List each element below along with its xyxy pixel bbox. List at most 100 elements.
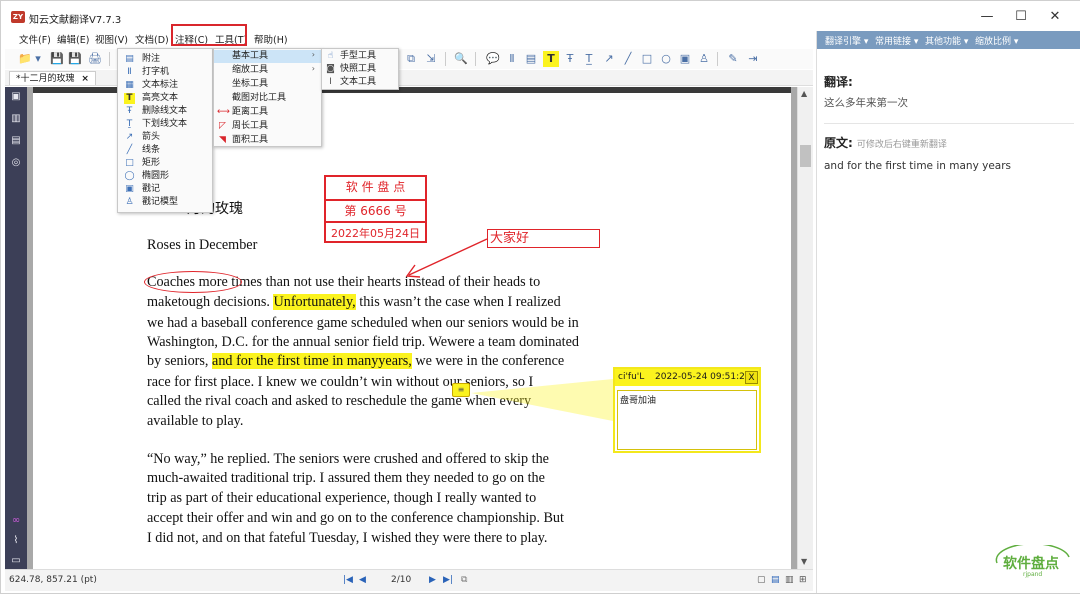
strikeout-icon[interactable]: Ŧ [562,51,578,67]
rectangle-icon[interactable]: □ [639,51,655,67]
minimize-button[interactable]: — [969,7,1005,27]
menu-item-underline-text[interactable]: Ṯ 下划线文本 [118,118,212,131]
note-icon: ▤ [125,54,134,64]
menu-item-note[interactable]: ▤ 附注 [118,53,212,66]
menu-edit[interactable]: 编辑(E) [57,32,89,46]
layers-icon[interactable]: ▤ [10,135,22,147]
last-page-button[interactable]: ▶| [443,575,453,585]
highlight-text-icon: T [124,93,135,104]
signature-icon[interactable]: ♙ [696,51,712,67]
perimeter-tool-icon: ◸ [219,121,226,131]
dropdown-icon[interactable]: ▾ [33,51,43,67]
menu-item-hand-tool[interactable]: ☝ 手型工具 [322,50,398,63]
tab-close-icon[interactable]: × [81,74,89,84]
menu-item-distance-tool[interactable]: ⟷ 距离工具 [214,106,321,119]
bookmarks-icon[interactable]: ▣ [10,91,22,103]
export-icon[interactable]: ⇥ [745,51,761,67]
attachment-icon[interactable]: ⌇ [10,535,22,547]
menu-help[interactable]: 帮助(H) [254,32,288,46]
prev-page-button[interactable]: ◀ [359,575,366,585]
ellipse-annotation[interactable] [144,271,242,293]
link-icon[interactable]: ∞ [10,515,22,527]
highlight-icon[interactable]: T [543,51,559,67]
stamp-date: 2022年05月24日 [326,221,425,243]
menu-item-stamp[interactable]: ▣ 戳记 [118,183,212,196]
single-page-view-icon[interactable]: ▢ [757,575,766,585]
menu-common-links[interactable]: 常用链接 ▾ [875,34,918,47]
menu-item-strikeout-text[interactable]: Ŧ 删除线文本 [118,105,212,118]
menu-item-arrow[interactable]: ↗ 箭头 [118,131,212,144]
menu-item-text-tool[interactable]: Ⅰ 文本工具 [322,76,398,89]
menu-item-zoom-tools[interactable]: 缩放工具 › [214,64,321,77]
text-callout-icon[interactable]: ▤ [523,51,539,67]
pages-icon[interactable]: ▥ [10,113,22,125]
menu-item-ellipse[interactable]: ◯ 椭圆形 [118,170,212,183]
note-close-button[interactable]: X [745,371,758,384]
note-content[interactable]: 盘哥加油 [617,390,757,450]
menu-item-coordinate-tool[interactable]: 坐标工具 [214,78,321,91]
stamp-title: 软 件 盘 点 [345,180,406,194]
scroll-down-icon[interactable]: ▼ [801,557,807,566]
close-button[interactable]: ✕ [1037,7,1073,27]
text-box-annotation[interactable]: 大家好 [487,229,600,248]
scroll-thumb[interactable] [800,145,811,167]
comment-icon[interactable]: 💬 [485,51,501,67]
stamp-icon[interactable]: ▣ [677,51,693,67]
screenshot-icon[interactable]: ⧉ [403,51,419,67]
maximize-button[interactable]: ☐ [1003,7,1039,27]
stamp-annotation[interactable]: 软 件 盘 点 第 6666 号 2022年05月24日 [324,175,427,243]
fit-page-icon[interactable]: ⧉ [461,575,467,585]
doc-heading-en: Roses in December [147,237,258,253]
print-icon[interactable]: 🖨 [87,51,103,67]
doc-line: maketough decisions. Unfortunately, this… [147,294,561,310]
select-icon[interactable]: ⇲ [423,51,439,67]
original-text[interactable]: and for the first time in many years [824,160,1011,172]
note-popup[interactable]: ci'fu'L 2022-05-24 09:51:29 X 盘哥加油 [613,367,761,453]
menu-item-rectangle[interactable]: □ 矩形 [118,157,212,170]
text-tool-icon: Ⅰ [329,77,332,87]
line-icon[interactable]: ╱ [620,51,636,67]
next-page-button[interactable]: ▶ [429,575,436,585]
open-folder-icon[interactable]: 📁 [17,51,33,67]
vertical-scrollbar[interactable]: ▲ ▼ [797,87,813,569]
arrow-icon[interactable]: ↗ [601,51,617,67]
menu-item-perimeter-tool[interactable]: ◸ 周长工具 [214,120,321,133]
note-icon[interactable]: ≡ [452,383,470,397]
ellipse-icon[interactable]: ○ [658,51,674,67]
first-page-button[interactable]: |◀ [343,575,353,585]
edit-icon[interactable]: ✎ [725,51,741,67]
menu-file[interactable]: 文件(F) [19,32,51,46]
menu-item-area-tool[interactable]: ◥ 面积工具 [214,134,321,147]
page-number[interactable]: 2/10 [391,575,411,585]
menu-item-screenshot-compare[interactable]: 截图对比工具 [214,92,321,105]
area-tool-icon: ◥ [219,135,226,145]
save-as-icon[interactable]: 💾 [67,51,83,67]
menu-item-typewriter[interactable]: Ⅱ 打字机 [118,66,212,79]
zoom-icon[interactable]: 🔍 [453,51,469,67]
menu-translation-engine[interactable]: 翻译引擎 ▾ [825,34,868,47]
two-page-view-icon[interactable]: ▥ [785,575,794,585]
menu-item-text-callout[interactable]: ▦ 文本标注 [118,79,212,92]
save-icon[interactable]: 💾 [49,51,65,67]
note-popup-header[interactable]: ci'fu'L 2022-05-24 09:51:29 X [615,369,759,386]
highlighted-text[interactable]: and for the first time in manyyears, [212,353,412,369]
scroll-up-icon[interactable]: ▲ [801,89,807,98]
translation-text[interactable]: 这么多年来第一次 [824,95,908,110]
split-view-icon[interactable]: ⊞ [799,575,807,585]
menu-item-snapshot-tool[interactable]: ◙ 快照工具 [322,63,398,76]
menu-other-functions[interactable]: 其他功能 ▾ [925,34,968,47]
menu-zoom-ratio[interactable]: 缩放比例 ▾ [975,34,1018,47]
menu-item-basic-tools[interactable]: 基本工具 › [214,50,321,63]
menu-document[interactable]: 文档(D) [135,32,169,46]
tab-document[interactable]: *十二月的玫瑰 × [9,71,96,85]
comments-icon[interactable]: ▭ [10,555,22,567]
underline-icon[interactable]: T̲ [581,51,597,67]
continuous-view-icon[interactable]: ▤ [771,575,780,585]
menu-item-highlight-text[interactable]: T 高亮文本 [118,92,212,105]
menu-view[interactable]: 视图(V) [95,32,128,46]
search-panel-icon[interactable]: ◎ [10,157,22,169]
menu-item-stamp-model[interactable]: ♙ 戳记模型 [118,196,212,209]
menu-item-line[interactable]: ╱ 线条 [118,144,212,157]
highlighted-text[interactable]: Unfortunately, [273,294,356,310]
typewriter-icon[interactable]: Ⅱ [504,51,520,67]
